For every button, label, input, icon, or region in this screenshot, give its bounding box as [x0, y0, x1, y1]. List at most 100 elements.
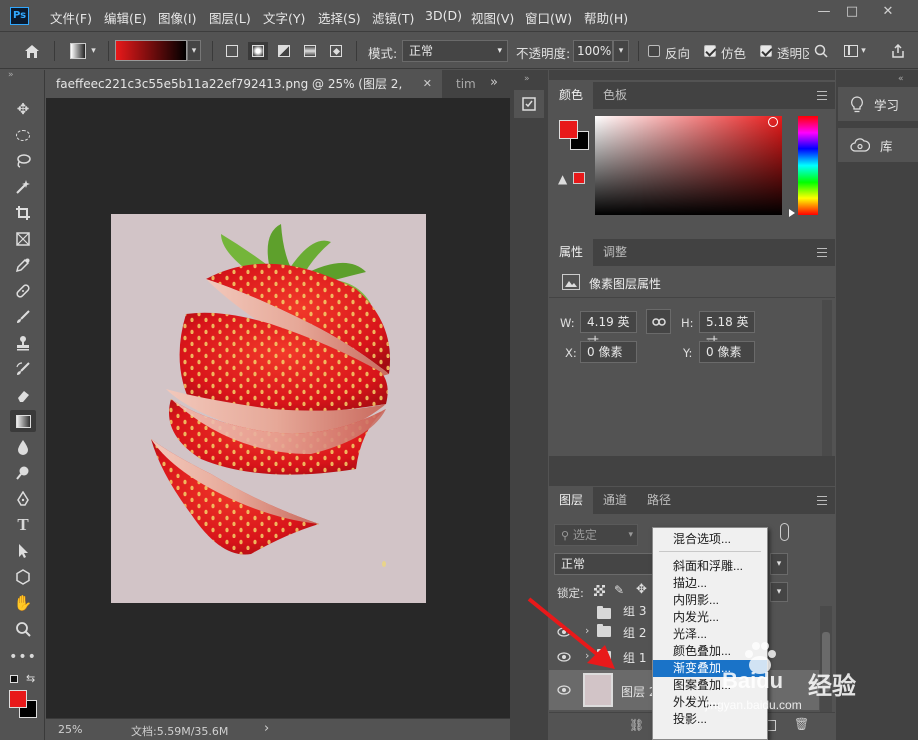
y-input[interactable]: 0 像素 — [699, 341, 755, 363]
libraries-panel-button[interactable]: 库 — [838, 128, 918, 162]
tab-layers[interactable]: 图层 — [549, 487, 594, 514]
delete-layer-icon[interactable]: 🗑 — [794, 717, 809, 731]
menu-item-inner-shadow[interactable]: 内阴影... — [653, 592, 767, 609]
layer-filter-select[interactable]: ⚲ 选定 ▾ — [554, 524, 638, 546]
menu-type[interactable]: 文字(Y) — [263, 8, 305, 27]
eyedropper-tool-icon[interactable] — [10, 254, 36, 276]
menu-edit[interactable]: 编辑(E) — [104, 8, 147, 27]
marquee-tool-icon[interactable] — [10, 124, 36, 146]
path-selection-tool-icon[interactable] — [10, 540, 36, 562]
layer-thumbnail[interactable] — [583, 673, 613, 707]
home-icon[interactable] — [20, 41, 44, 61]
visibility-eye-icon[interactable] — [557, 685, 571, 695]
gradient-tool-preset-icon[interactable]: ▾ — [64, 41, 102, 61]
foreground-color-swatch[interactable] — [9, 690, 27, 708]
share-icon[interactable] — [888, 42, 908, 60]
type-tool-icon[interactable]: T — [10, 514, 36, 536]
menu-file[interactable]: 文件(F) — [50, 8, 92, 27]
document-tab[interactable]: faeffeec221c3c55e5b11a22ef792413.png @ 2… — [46, 70, 442, 119]
opacity-dropdown-chevron-icon[interactable]: ▾ — [770, 553, 788, 575]
reflected-gradient-icon[interactable] — [300, 42, 320, 60]
transparency-checkbox[interactable] — [760, 45, 772, 57]
tab-properties[interactable]: 属性 — [549, 239, 594, 266]
tab-channels[interactable]: 通道 — [593, 487, 637, 514]
minimize-button[interactable]: — — [810, 2, 838, 22]
color-picker-marker[interactable] — [768, 117, 778, 127]
menu-item-stroke[interactable]: 描边... — [653, 575, 767, 592]
hand-tool-icon[interactable]: ✋ — [10, 592, 36, 614]
brush-tool-icon[interactable] — [10, 306, 36, 328]
eraser-tool-icon[interactable] — [10, 384, 36, 406]
tab-color[interactable]: 颜色 — [549, 82, 594, 109]
move-tool-icon[interactable]: ✥ — [10, 98, 36, 120]
link-dimensions-icon[interactable] — [646, 309, 671, 334]
x-input[interactable]: 0 像素 — [580, 341, 637, 363]
status-menu-arrow-icon[interactable]: › — [264, 721, 269, 736]
hue-slider[interactable] — [798, 116, 818, 215]
gradient-tool-icon[interactable] — [10, 410, 36, 432]
angle-gradient-icon[interactable] — [274, 42, 294, 60]
zoom-tool-icon[interactable] — [10, 618, 36, 640]
more-tabs-icon[interactable]: » — [490, 75, 498, 90]
dither-checkbox[interactable] — [704, 45, 716, 57]
tab-paths[interactable]: 路径 — [637, 487, 681, 514]
mode-select[interactable]: 正常 ▾ — [402, 40, 508, 62]
search-icon[interactable] — [812, 42, 830, 60]
zoom-level[interactable]: 25% — [58, 723, 82, 736]
swap-colors-icon[interactable]: ⇆ — [26, 672, 35, 685]
healing-brush-tool-icon[interactable] — [10, 280, 36, 302]
panel-menu-icon[interactable] — [817, 91, 827, 100]
hue-slider-marker[interactable] — [789, 209, 795, 217]
reverse-checkbox[interactable] — [648, 45, 660, 57]
pen-tool-icon[interactable] — [10, 488, 36, 510]
saturation-brightness-field[interactable] — [595, 116, 782, 215]
workspace-icon[interactable]: ▾ — [842, 42, 868, 60]
tab-swatches[interactable]: 色板 — [593, 82, 637, 109]
menu-view[interactable]: 视图(V) — [471, 8, 514, 27]
gamut-color-chip[interactable] — [573, 172, 585, 184]
restore-button[interactable]: □ — [838, 2, 866, 22]
menu-image[interactable]: 图像(I) — [158, 8, 196, 27]
menu-select[interactable]: 选择(S) — [318, 8, 361, 27]
opacity-input[interactable]: 100% — [573, 40, 613, 62]
history-panel-icon[interactable] — [514, 90, 544, 118]
height-input[interactable]: 5.18 英寸 — [699, 311, 755, 349]
menu-3d[interactable]: 3D(D) — [425, 8, 462, 23]
menu-filter[interactable]: 滤镜(T) — [372, 8, 414, 27]
close-button[interactable]: ✕ — [874, 2, 902, 22]
lasso-tool-icon[interactable] — [10, 150, 36, 172]
menu-layer[interactable]: 图层(L) — [209, 8, 251, 27]
gradient-picker[interactable] — [115, 40, 187, 61]
collapse-toolbar-icon[interactable]: » — [8, 70, 14, 80]
link-layers-icon[interactable]: ⛓ — [629, 718, 644, 732]
close-tab-icon[interactable]: ✕ — [423, 70, 432, 98]
crop-tool-icon[interactable] — [10, 202, 36, 224]
collapse-dock-icon[interactable]: « — [898, 74, 904, 84]
menu-item-blending-options[interactable]: 混合选项... — [653, 531, 767, 548]
opacity-dropdown-chevron-icon[interactable]: ▾ — [613, 40, 629, 62]
filter-toggle-icon[interactable] — [780, 523, 789, 541]
history-brush-tool-icon[interactable] — [10, 358, 36, 380]
dodge-tool-icon[interactable] — [10, 462, 36, 484]
diamond-gradient-icon[interactable] — [326, 42, 346, 60]
blur-tool-icon[interactable] — [10, 436, 36, 458]
fill-dropdown-chevron-icon[interactable]: ▾ — [770, 582, 788, 602]
menu-window[interactable]: 窗口(W) — [525, 8, 572, 27]
foreground-color-chip[interactable] — [559, 120, 578, 139]
learn-panel-button[interactable]: 学习 — [838, 87, 918, 121]
menu-item-inner-glow[interactable]: 内发光... — [653, 609, 767, 626]
linear-gradient-icon[interactable] — [222, 42, 242, 60]
menu-item-bevel-emboss[interactable]: 斜面和浮雕... — [653, 558, 767, 575]
frame-tool-icon[interactable] — [10, 228, 36, 250]
shape-tool-icon[interactable] — [10, 566, 36, 588]
magic-wand-tool-icon[interactable] — [10, 176, 36, 198]
lock-position-icon[interactable]: ✥ — [636, 582, 647, 597]
panel-menu-icon[interactable] — [817, 248, 827, 257]
gradient-dropdown-chevron-icon[interactable]: ▾ — [187, 40, 201, 61]
panel-menu-icon[interactable] — [817, 496, 827, 505]
document-canvas[interactable] — [111, 214, 426, 603]
clone-stamp-tool-icon[interactable] — [10, 332, 36, 354]
next-document-tab[interactable]: tim — [456, 77, 476, 91]
width-input[interactable]: 4.19 英寸 — [580, 311, 637, 349]
menu-item-drop-shadow[interactable]: 投影... — [653, 711, 767, 728]
